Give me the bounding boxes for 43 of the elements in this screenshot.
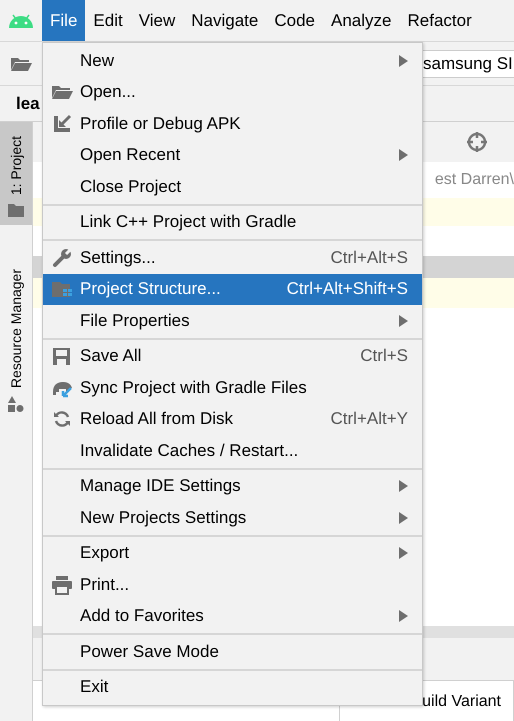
path-text: est Darren\ [434,171,514,189]
folder-icon[interactable] [10,56,32,72]
menu-item[interactable]: File Properties [43,305,422,336]
menu-item[interactable]: Link C++ Project with Gradle [43,206,422,238]
folder-grid-icon [50,280,72,298]
wrench-icon [52,248,72,268]
menu-item[interactable]: Settings... Ctrl+Alt+S [43,242,422,274]
menu-item[interactable]: Profile or Debug APK [43,108,422,140]
folder-icon [8,203,24,218]
menu-item[interactable]: Sync Project with Gradle Files [43,372,422,404]
column-header: uild Variant [422,693,501,711]
menu-title[interactable]: Refactor [399,0,480,41]
menu-item[interactable]: Open... [43,76,422,108]
menu-item[interactable]: Exit [43,672,422,703]
menu-item[interactable]: New Projects Settings [43,502,422,534]
editor-tab[interactable]: lea [0,94,40,114]
crosshair-icon[interactable] [466,131,488,153]
menu-item[interactable]: Open Recent [43,140,422,171]
reload-icon [52,409,72,430]
menu-item[interactable]: Reload All from Disk Ctrl+Alt+Y [43,404,422,435]
menu-item[interactable]: Manage IDE Settings [43,470,422,502]
save-icon [52,346,71,366]
menu-item[interactable]: Project Structure... Ctrl+Alt+Shift+S [43,274,422,305]
menu-title[interactable]: Navigate [183,0,266,41]
android-logo [8,12,34,28]
menu-item[interactable]: Save All Ctrl+S [43,340,422,372]
side-tab[interactable]: 1: Project [0,122,32,226]
printer-icon [50,574,72,595]
menu-item[interactable]: Print... [43,569,422,600]
menu-title[interactable]: Edit [85,0,131,41]
menu-item[interactable]: Export [43,538,422,569]
menu-item[interactable]: Power Save Mode [43,636,422,668]
shapes-icon [8,396,24,412]
menu-item[interactable]: Add to Favorites [43,600,422,632]
menu-title[interactable]: Analyze [323,0,400,41]
menu-title[interactable]: Code [266,0,323,41]
folder-icon [50,84,72,100]
menu-title[interactable]: File [42,0,86,41]
side-tab[interactable]: Resource Manager [0,255,32,420]
arrow-icon [52,114,72,134]
menu-item[interactable]: Close Project [43,171,422,202]
menu-title[interactable]: View [130,0,184,41]
menu-item[interactable]: Invalidate Caches / Restart... [43,435,422,466]
